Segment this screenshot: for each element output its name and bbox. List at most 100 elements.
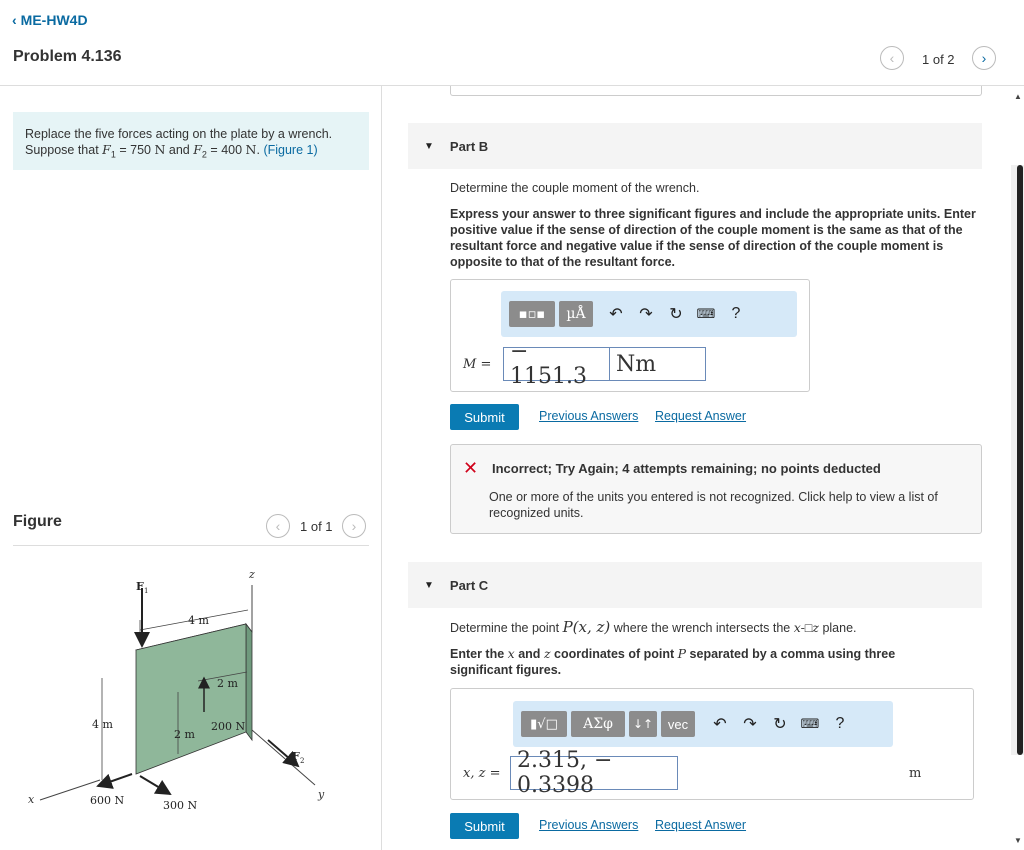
y-axis xyxy=(251,729,316,786)
part-b-title: Part B xyxy=(449,138,489,154)
part-b-request-answer-link[interactable]: Request Answer xyxy=(655,409,746,423)
templates-button[interactable]: ▪▫▪ xyxy=(509,301,555,327)
prompt-text: Suppose that xyxy=(25,143,99,157)
part-b-toolbar: ▪▫▪ µÅ ↶ ↷ ↻ ⌨ ? xyxy=(501,291,797,337)
part-c-request-answer-link[interactable]: Request Answer xyxy=(655,818,746,832)
force-600-arrow xyxy=(96,773,133,789)
question-text: Determine the point xyxy=(450,621,560,635)
vec-button[interactable]: vec xyxy=(661,711,695,737)
problem-title: Problem 4.136 xyxy=(13,48,122,65)
f1-symbol: F xyxy=(102,142,111,157)
reset-icon[interactable]: ↻ xyxy=(661,304,691,324)
next-problem-button[interactable]: › xyxy=(972,46,996,70)
prompt-period: . xyxy=(256,143,260,157)
templates-button[interactable]: ▮√□ xyxy=(521,711,567,737)
instr-z: z xyxy=(543,646,551,661)
part-c-header[interactable]: ▼ Part C xyxy=(408,562,982,608)
scroll-down-arrow-icon[interactable]: ▼ xyxy=(1014,836,1022,845)
part-c-answer-box: ▮√□ ΑΣφ ↓↑ vec ↶ ↷ ↻ ⌨ ? x, z = 2.315, −… xyxy=(450,688,974,800)
part-b-instructions: Express your answer to three significant… xyxy=(450,207,976,269)
f1-label: F xyxy=(136,580,144,593)
chevron-left-icon: ‹ xyxy=(12,12,17,28)
part-c-instructions: Enter the x and z coordinates of point P… xyxy=(450,646,930,678)
prev-problem-button[interactable]: ‹ xyxy=(880,46,904,70)
figure-heading: Figure xyxy=(13,513,62,530)
part-b-submit-button[interactable]: Submit xyxy=(450,404,519,430)
y-label: y xyxy=(317,788,325,801)
dim-2m-top-label: 2 m xyxy=(217,677,238,690)
previous-part-card xyxy=(450,86,982,96)
f2-label: F xyxy=(292,750,300,763)
part-b-header[interactable]: ▼ Part B xyxy=(408,123,982,169)
figure-divider xyxy=(13,545,369,546)
instr-text: and xyxy=(518,647,541,661)
z-label: z xyxy=(248,568,255,581)
units-button[interactable]: µÅ xyxy=(559,301,593,327)
moment-value-input[interactable]: − 1151.3 xyxy=(503,339,611,389)
force-200-label: 200 N xyxy=(211,720,245,733)
dim-4m-left-label: 4 m xyxy=(92,718,113,731)
plane-x: x- xyxy=(793,620,805,635)
figure-pager: 1 of 1 xyxy=(300,519,333,534)
instr-p: P xyxy=(677,646,687,661)
feedback-message: One or more of the units you entered is … xyxy=(489,490,938,520)
back-link-label: ME-HW4D xyxy=(20,12,88,28)
chevron-right-icon: › xyxy=(981,50,987,66)
instr-text: Enter the xyxy=(450,647,505,661)
scroll-up-arrow-icon[interactable]: ▲ xyxy=(1014,92,1022,101)
f1-value: = 750 xyxy=(119,143,151,157)
prompt-line-2: Suppose that F1 = 750 N and F2 = 400 N. … xyxy=(25,142,357,163)
plate-figure: z y x F 1 F 2 4 m 2 m 2 m 4 m 200 N 600 … xyxy=(28,568,325,812)
part-c-previous-answers-link[interactable]: Previous Answers xyxy=(539,818,638,832)
part-b-previous-answers-link[interactable]: Previous Answers xyxy=(539,409,638,423)
f1-subscript: 1 xyxy=(110,149,116,160)
incorrect-x-icon: ✕ xyxy=(463,458,479,478)
f1-label-sub: 1 xyxy=(144,587,148,595)
swap-button[interactable]: ↓↑ xyxy=(629,711,657,737)
prev-figure-button[interactable]: ‹ xyxy=(266,514,290,538)
plate-side xyxy=(245,622,253,742)
part-c-submit-button[interactable]: Submit xyxy=(450,813,519,839)
redo-icon[interactable]: ↷ xyxy=(735,714,765,734)
f2-unit: N xyxy=(245,142,257,157)
undo-icon[interactable]: ↶ xyxy=(601,304,631,324)
panel-divider xyxy=(381,86,382,850)
collapse-triangle-icon: ▼ xyxy=(424,579,434,591)
part-c-answer-label: x, z = xyxy=(463,766,501,781)
dim-2m-side-label: 2 m xyxy=(174,728,195,741)
reset-icon[interactable]: ↻ xyxy=(765,714,795,734)
sqrt-template-icon: ▮√□ xyxy=(530,716,558,732)
force-300-label: 300 N xyxy=(163,799,197,812)
f2-subscript: 2 xyxy=(201,149,207,160)
redo-icon[interactable]: ↷ xyxy=(631,304,661,324)
instr-text: coordinates of point xyxy=(554,647,675,661)
next-figure-button[interactable]: › xyxy=(342,514,366,538)
scrollbar-thumb[interactable] xyxy=(1017,165,1023,755)
part-c-title: Part C xyxy=(449,577,489,593)
keyboard-icon[interactable]: ⌨ xyxy=(691,306,721,322)
prompt-and: and xyxy=(168,143,190,157)
help-button[interactable]: ? xyxy=(721,305,751,323)
moment-unit-input[interactable]: Nm xyxy=(609,347,706,381)
x-label: x xyxy=(28,793,35,806)
part-b-answer-label: M = xyxy=(463,357,492,372)
point-coordinates-input[interactable]: 2.315, − 0.3398 xyxy=(510,748,678,798)
fraction-template-icon: ▪▫▪ xyxy=(518,306,546,322)
force-300-arrow xyxy=(139,775,172,796)
f2-value: = 400 xyxy=(210,143,243,157)
keyboard-icon[interactable]: ⌨ xyxy=(795,716,825,732)
plate-front xyxy=(135,623,247,775)
point-p: P(x, z) xyxy=(562,618,611,636)
help-button[interactable]: ? xyxy=(825,715,855,733)
collapse-triangle-icon: ▼ xyxy=(424,140,434,152)
part-b-question: Determine the couple moment of the wrenc… xyxy=(450,181,700,195)
figure-link[interactable]: (Figure 1) xyxy=(263,143,317,157)
undo-icon[interactable]: ↶ xyxy=(705,714,735,734)
symbols-button[interactable]: ΑΣφ xyxy=(571,711,625,737)
dim-4m-top-label: 4 m xyxy=(188,614,209,627)
part-c-toolbar: ▮√□ ΑΣφ ↓↑ vec ↶ ↷ ↻ ⌨ ? xyxy=(513,701,893,747)
plane-z: z xyxy=(812,620,819,635)
back-link[interactable]: ‹ ME-HW4D xyxy=(12,12,88,28)
force-600-label: 600 N xyxy=(90,794,124,807)
question-text: where the wrench intersects the xyxy=(613,621,791,635)
